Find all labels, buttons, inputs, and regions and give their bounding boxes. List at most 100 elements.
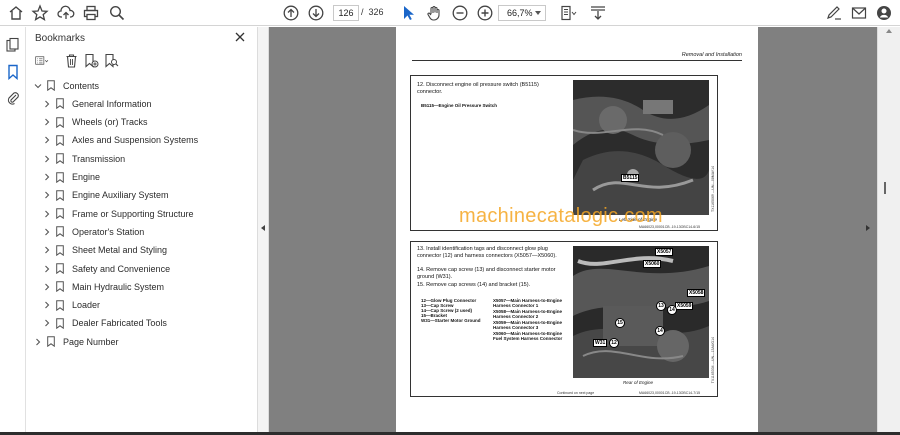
star-icon[interactable]: [30, 3, 50, 23]
step-14-text: 14. Remove cap screw (13) and disconnect…: [417, 267, 556, 280]
callout-14b: 14: [655, 326, 665, 336]
chevron-right-icon[interactable]: [43, 283, 51, 291]
bookmark-options-icon[interactable]: [35, 53, 57, 69]
page-thumbnails-icon[interactable]: [4, 36, 22, 54]
expand-right-panel-icon[interactable]: [866, 225, 870, 231]
bookmark-item[interactable]: Safety and Convenience: [27, 260, 257, 277]
attachments-icon[interactable]: [4, 89, 22, 107]
new-bookmark-icon[interactable]: [84, 53, 100, 69]
bookmark-icon: [56, 171, 64, 183]
bookmark-item[interactable]: Wheels (or) Tracks: [27, 114, 257, 131]
bookmark-item[interactable]: Engine Auxiliary System: [27, 187, 257, 204]
chevron-down-icon: [535, 11, 541, 15]
bookmark-item[interactable]: Transmission: [27, 150, 257, 167]
print-icon[interactable]: [81, 3, 101, 23]
home-icon[interactable]: [6, 3, 26, 23]
scroll-mode-icon[interactable]: [588, 3, 608, 23]
legend-item: X5058—Main Harness-to-Engine Harness Con…: [493, 309, 563, 319]
bookmark-item[interactable]: Loader: [27, 297, 257, 314]
left-tool-rail: [0, 27, 26, 435]
bookmark-item[interactable]: Dealer Fabricated Tools: [27, 315, 257, 332]
collapse-panel-icon[interactable]: [261, 225, 265, 231]
user-account-icon[interactable]: [874, 3, 894, 23]
scroll-up-icon[interactable]: [886, 29, 892, 33]
vertical-scrollbar[interactable]: [877, 27, 900, 432]
callout-x5060: X5060: [643, 260, 662, 268]
callout-b5115: B5115: [621, 174, 640, 182]
legend-right: X5057—Main Harness-to-Engine Harness Con…: [493, 298, 563, 341]
legend-left: 12—Glow Plug Connector 13—Cap Screw 14—C…: [421, 298, 491, 323]
bookmark-label: Safety and Convenience: [72, 263, 171, 274]
bookmark-item[interactable]: Contents: [27, 77, 257, 94]
photo-2-caption: Rear of Engine: [623, 380, 654, 385]
chevron-right-icon[interactable]: [43, 301, 51, 309]
sign-pen-icon[interactable]: [824, 3, 844, 23]
bookmark-item[interactable]: Page Number: [27, 333, 257, 350]
chevron-right-icon[interactable]: [43, 246, 51, 254]
bookmarks-panel: Bookmarks Contents General Information Whe…: [27, 27, 257, 435]
chevron-right-icon[interactable]: [34, 338, 42, 346]
chevron-right-icon[interactable]: [43, 173, 51, 181]
zoom-level-select[interactable]: 66,7%: [498, 5, 546, 21]
bookmark-item[interactable]: Main Hydraulic System: [27, 278, 257, 295]
top-toolbar: 126 / 326 66,7%: [0, 0, 900, 26]
bookmarks-toolbar: [33, 53, 233, 71]
bookmark-icon: [56, 263, 64, 274]
bookmark-item[interactable]: Frame or Supporting Structure: [27, 205, 257, 222]
legend-item: W31—Starter Motor Ground: [421, 318, 481, 323]
bookmark-icon: [47, 80, 55, 91]
chevron-right-icon[interactable]: [43, 136, 51, 144]
bookmark-label: Dealer Fabricated Tools: [72, 318, 167, 329]
previous-page-icon[interactable]: [281, 3, 301, 23]
zoom-search-icon[interactable]: [107, 3, 127, 23]
chevron-right-icon[interactable]: [43, 191, 51, 199]
next-page-icon[interactable]: [306, 3, 326, 23]
bookmark-label: Engine: [72, 172, 101, 182]
step-block-13-15: 13. Install identification tags and disc…: [410, 241, 718, 397]
select-cursor-icon[interactable]: [398, 3, 418, 23]
step-13-text: 13. Install identification tags and disc…: [417, 246, 557, 259]
chevron-right-icon[interactable]: [43, 100, 51, 108]
chevron-right-icon[interactable]: [43, 118, 51, 126]
bookmark-label: Wheels (or) Tracks: [72, 117, 148, 128]
page-section-header: Removal and Installation: [681, 52, 742, 58]
find-bookmark-icon[interactable]: [104, 53, 120, 69]
bookmark-item[interactable]: Engine: [27, 169, 257, 186]
engine-photo-art: [573, 246, 709, 378]
bookmark-label: Operator's Station: [72, 226, 145, 237]
chevron-down-icon[interactable]: [34, 82, 42, 90]
chevron-right-icon[interactable]: [43, 265, 51, 273]
document-viewer[interactable]: Removal and Installation 12. Disconnect …: [269, 27, 877, 432]
engine-rear-photo: X5057 X5060 X5058 X5059 W31 13 14 15 14 …: [573, 246, 709, 378]
callout-x5057: X5057: [655, 248, 674, 256]
hand-tool-icon[interactable]: [424, 3, 444, 23]
delete-bookmark-icon[interactable]: [64, 53, 80, 69]
bookmark-icon: [56, 98, 64, 110]
chevron-right-icon[interactable]: [43, 210, 51, 218]
continued-note: Continued on next page: [557, 391, 595, 395]
chevron-right-icon[interactable]: [43, 155, 51, 163]
bookmark-label: Main Hydraulic System: [72, 281, 165, 292]
page-display-icon[interactable]: [558, 3, 578, 23]
bookmark-icon: [56, 189, 64, 201]
pdf-viewer-app: 126 / 326 66,7% Bookmarks Contents Gener…: [0, 0, 900, 435]
scrollbar-thumb[interactable]: [884, 182, 886, 194]
close-icon[interactable]: [233, 30, 247, 44]
bookmark-item[interactable]: General Information: [27, 95, 257, 112]
engine-left-side-photo: B5115: [573, 80, 709, 215]
bookmark-item[interactable]: Axles and Suspension Systems: [27, 132, 257, 149]
bookmarks-panel-icon[interactable]: [4, 63, 22, 81]
bookmark-icon: [56, 153, 64, 165]
panel-splitter[interactable]: [257, 27, 269, 435]
page-count: / 326: [361, 7, 384, 17]
bookmark-item[interactable]: Sheet Metal and Styling: [27, 242, 257, 259]
page-number-input[interactable]: 126: [333, 5, 359, 21]
bookmark-item[interactable]: Operator's Station: [27, 223, 257, 240]
zoom-out-icon[interactable]: [450, 3, 470, 23]
chevron-right-icon[interactable]: [43, 319, 51, 327]
chevron-right-icon[interactable]: [43, 228, 51, 236]
upload-cloud-icon[interactable]: [56, 3, 76, 23]
email-icon[interactable]: [849, 3, 869, 23]
zoom-in-icon[interactable]: [475, 3, 495, 23]
legend-item: X5060—Main Harness-to-Engine Fuel System…: [493, 331, 563, 341]
